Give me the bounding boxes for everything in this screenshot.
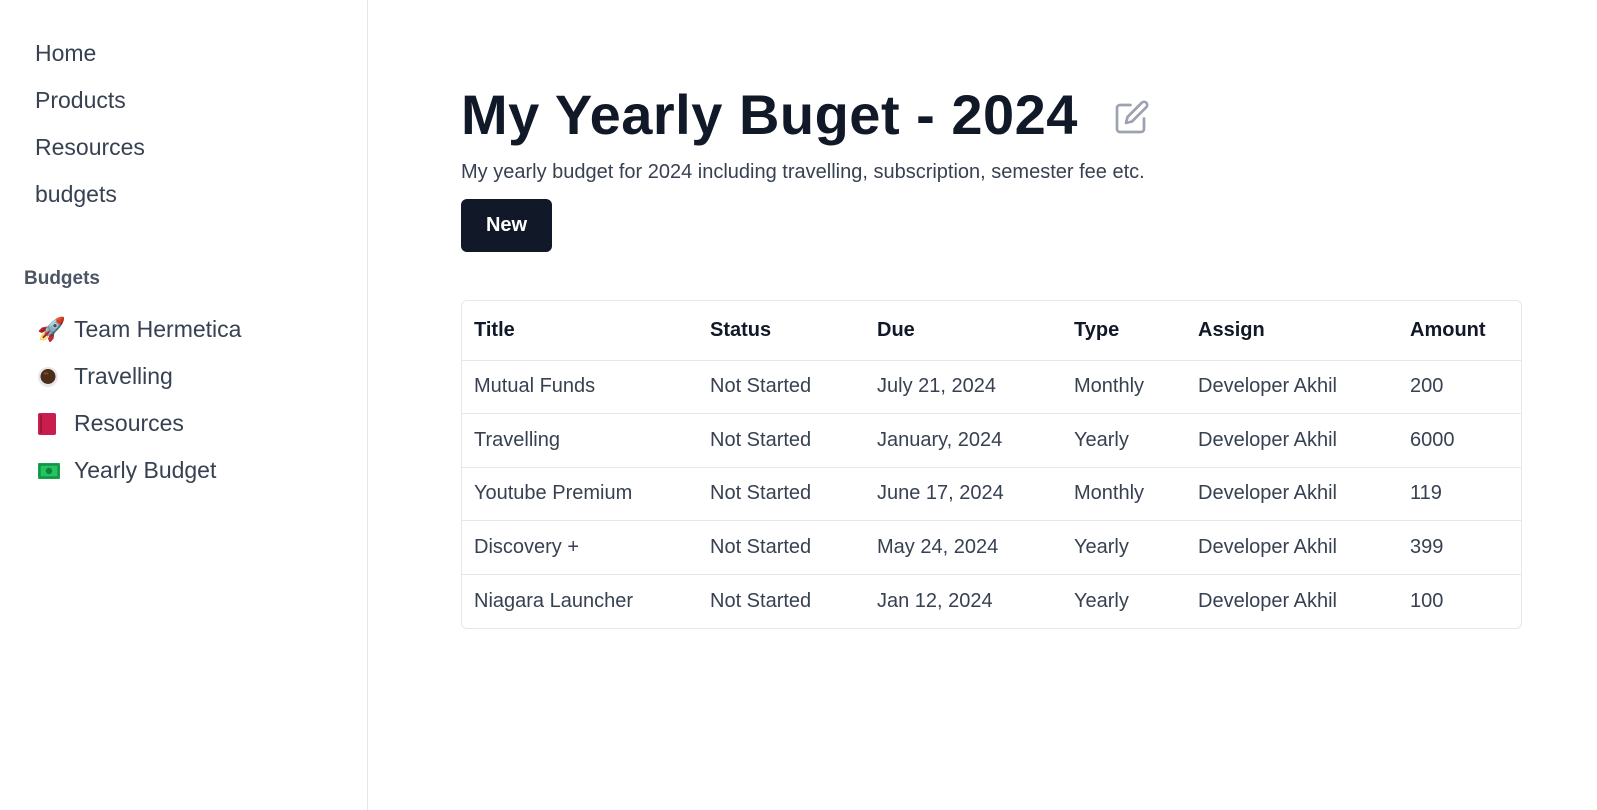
- cell-assign: Developer Akhil: [1186, 360, 1398, 414]
- coffee-icon: [37, 366, 74, 388]
- page-description: My yearly budget for 2024 including trav…: [461, 161, 1145, 183]
- money-icon: [37, 461, 74, 481]
- budget-item-label: Travelling: [74, 363, 173, 389]
- nav-item-budgets[interactable]: budgets: [24, 171, 145, 218]
- cell-title: Mutual Funds: [462, 360, 698, 414]
- table-row[interactable]: Discovery + Not Started May 24, 2024 Yea…: [462, 520, 1521, 575]
- cell-amount: 6000: [1398, 413, 1521, 468]
- cell-status: Not Started: [698, 520, 865, 575]
- cell-assign: Developer Akhil: [1198, 589, 1337, 612]
- cell-type: Yearly: [1074, 589, 1129, 612]
- page-title: My Yearly Buget - 2024: [461, 83, 1078, 146]
- cell-title: Niagara Launcher: [474, 589, 633, 612]
- cell-title: Travelling: [462, 413, 698, 468]
- cell-due: July 21, 2024: [865, 360, 1062, 414]
- nav-item-resources[interactable]: Resources: [24, 124, 145, 171]
- cell-status: Not Started: [698, 413, 865, 468]
- table-header-row: Title Status Due Type Assign Amount: [462, 301, 1521, 361]
- cell-assign: Developer Akhil: [1186, 413, 1398, 468]
- budgets-section-label: Budgets: [24, 268, 100, 289]
- cell-type: Monthly: [1062, 467, 1186, 521]
- cell-status: Not Started: [698, 467, 865, 521]
- cell-due: Jan 12, 2024: [877, 589, 993, 612]
- budget-table: Title Status Due Type Assign Amount Mutu…: [461, 300, 1522, 629]
- column-header-status[interactable]: Status: [698, 301, 865, 361]
- title-row: My Yearly Buget - 2024: [461, 82, 1152, 147]
- cell-amount: 100: [1410, 589, 1444, 612]
- column-header-title[interactable]: Title: [462, 301, 698, 361]
- column-header-assign[interactable]: Assign: [1186, 301, 1398, 361]
- cell-amount: 119: [1398, 467, 1521, 521]
- table-row[interactable]: Youtube Premium Not Started June 17, 202…: [462, 467, 1521, 521]
- budget-item-resources[interactable]: Resources: [24, 400, 241, 447]
- book-icon: [37, 412, 74, 436]
- budget-item-travelling[interactable]: Travelling: [24, 353, 241, 400]
- budget-item-team-hermetica[interactable]: 🚀 Team Hermetica: [24, 306, 241, 353]
- column-header-due[interactable]: Due: [865, 301, 1062, 361]
- rocket-icon: 🚀: [37, 316, 66, 342]
- sidebar: Home Products Resources budgets Budgets …: [0, 0, 368, 810]
- cell-due: May 24, 2024: [865, 520, 1062, 575]
- cell-title: Youtube Premium: [462, 467, 698, 521]
- table-row[interactable]: Travelling Not Started January, 2024 Yea…: [462, 413, 1521, 468]
- cell-type: Yearly: [1062, 413, 1186, 468]
- cell-amount: 399: [1398, 520, 1521, 575]
- table-row[interactable]: Niagara Launcher Not Started Jan 12, 202…: [462, 574, 1521, 628]
- cell-status: Not Started: [698, 360, 865, 414]
- cell-type: Monthly: [1062, 360, 1186, 414]
- budget-item-label: Yearly Budget: [74, 457, 217, 483]
- column-header-type[interactable]: Type: [1062, 301, 1186, 361]
- cell-assign: Developer Akhil: [1186, 467, 1398, 521]
- budget-item-yearly-budget[interactable]: Yearly Budget: [24, 447, 241, 494]
- nav-item-home[interactable]: Home: [24, 30, 145, 77]
- nav-item-products[interactable]: Products: [24, 77, 145, 124]
- cell-title: Discovery +: [462, 520, 698, 575]
- new-button[interactable]: New: [461, 199, 552, 252]
- cell-type: Yearly: [1062, 520, 1186, 575]
- table-row[interactable]: Mutual Funds Not Started July 21, 2024 M…: [462, 360, 1521, 414]
- column-header-amount[interactable]: Amount: [1398, 301, 1521, 361]
- main-nav: Home Products Resources budgets: [24, 30, 145, 218]
- budget-list: 🚀 Team Hermetica Travelling Resources Ye…: [24, 306, 241, 494]
- cell-status: Not Started: [710, 589, 812, 612]
- edit-icon[interactable]: [1112, 97, 1152, 137]
- budget-item-label: Resources: [74, 410, 184, 436]
- cell-due: June 17, 2024: [865, 467, 1062, 521]
- cell-amount: 200: [1398, 360, 1521, 414]
- budget-item-label: Team Hermetica: [74, 316, 242, 342]
- cell-assign: Developer Akhil: [1186, 520, 1398, 575]
- cell-due: January, 2024: [865, 413, 1062, 468]
